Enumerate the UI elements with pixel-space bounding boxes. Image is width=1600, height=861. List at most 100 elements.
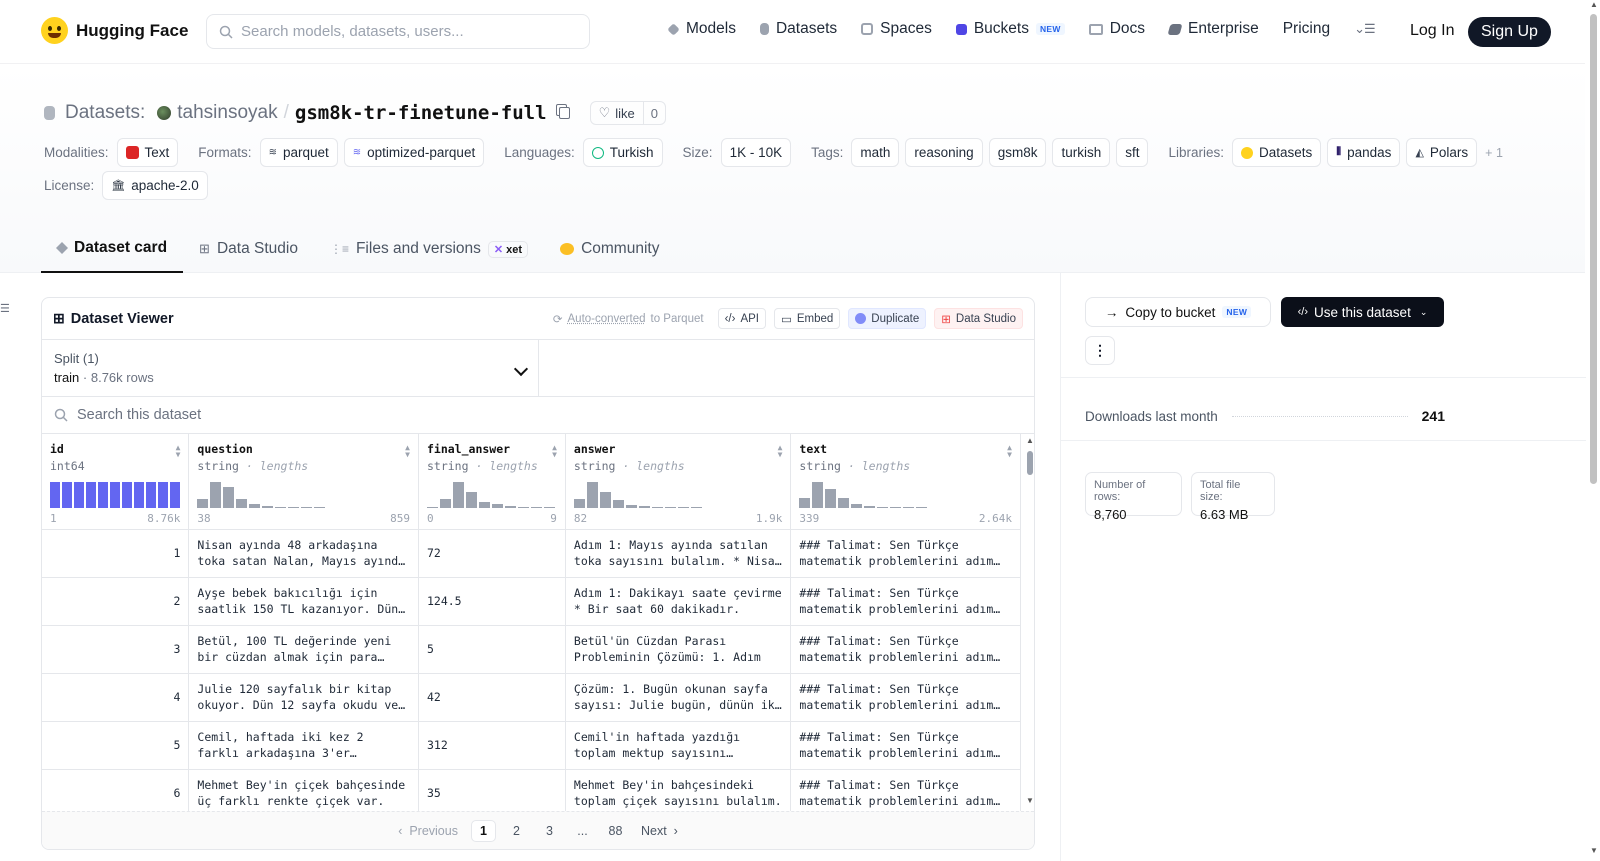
copy-to-bucket-button[interactable]: → Copy to bucket NEW [1085, 297, 1271, 327]
cell-final_answer[interactable]: 72 [418, 529, 566, 578]
column-header-0[interactable]: id int64 ▲ ▼ 1 8.76k [42, 434, 190, 530]
tag-sft[interactable]: sft [1116, 138, 1149, 167]
table-scrollbar[interactable]: ▲ ▼ [1025, 436, 1034, 811]
histogram-bar[interactable] [426, 506, 438, 508]
histogram-bar[interactable] [491, 504, 503, 508]
table-row[interactable]: 1 Nisan ayında 48 arkadaşına toka satan N… [42, 529, 1021, 578]
histogram-bar[interactable] [146, 482, 157, 508]
duplicate-button[interactable]: Duplicate [848, 308, 927, 329]
column-header-2[interactable]: final_answer string · lengths ▲ ▼ 0 9 [418, 434, 566, 530]
cell-final_answer[interactable]: 312 [418, 721, 566, 770]
histogram-bar[interactable] [903, 506, 915, 508]
tag-turkish[interactable]: turkish [1052, 138, 1111, 167]
next-page-button[interactable]: Next › [636, 820, 683, 842]
histogram-bar[interactable] [158, 482, 169, 508]
library-tag-polars[interactable]: ◭ Polars [1406, 138, 1478, 167]
login-link[interactable]: Log In [1410, 22, 1454, 40]
previous-page-button[interactable]: ‹ Previous [393, 820, 463, 842]
histogram-bar[interactable] [122, 482, 133, 508]
histogram-bar[interactable] [452, 482, 464, 508]
histogram-bar[interactable] [288, 506, 300, 508]
nav-more-menu[interactable]: ⌄☰ [1354, 21, 1376, 37]
histogram-bar[interactable] [134, 482, 145, 508]
cell-id[interactable]: 5 [42, 721, 190, 770]
sidebar-toggle-icon[interactable]: ☰ [0, 302, 10, 315]
more-options-button[interactable]: ⋮ [1085, 336, 1115, 365]
nav-spaces[interactable]: Spaces [861, 20, 932, 38]
histogram-bar[interactable] [530, 506, 542, 508]
histogram-bar[interactable] [799, 497, 811, 508]
histogram-bar[interactable] [586, 482, 598, 508]
histogram-bar[interactable] [851, 504, 863, 508]
nav-datasets[interactable]: Datasets [759, 20, 837, 38]
tab-community[interactable]: Community [544, 225, 675, 273]
cell-answer[interactable]: Mehmet Bey'in bahçesindeki toplam çiçek … [565, 769, 792, 818]
histogram-bar[interactable] [314, 506, 326, 508]
nav-docs[interactable]: Docs [1088, 20, 1145, 38]
owner-link[interactable]: tahsinsoyak [177, 102, 277, 124]
cell-id[interactable]: 3 [42, 625, 190, 674]
histogram-bar[interactable] [664, 506, 676, 508]
histogram-bar[interactable] [543, 506, 555, 508]
histogram-bar[interactable] [573, 498, 585, 508]
embed-button[interactable]: ▭ Embed [773, 308, 841, 329]
nav-buckets[interactable]: Buckets NEW [955, 20, 1065, 38]
nav-models[interactable]: Models [667, 20, 736, 38]
histogram-bar[interactable] [301, 506, 313, 508]
histogram-bar[interactable] [478, 501, 490, 508]
cell-answer[interactable]: Adım 1: Mayıs ayında satılan toka sayısı… [565, 529, 792, 578]
like-button[interactable]: ♡ like 0 [589, 101, 666, 125]
histogram-bar[interactable] [170, 482, 181, 508]
sort-icon[interactable]: ▲ ▼ [552, 444, 557, 459]
cell-answer[interactable]: Adım 1: Dakikayı saate çevirme * Bir saa… [565, 577, 792, 626]
library-tag-datasets[interactable]: Datasets [1232, 138, 1322, 167]
histogram-bar[interactable] [825, 488, 837, 508]
data-studio-button[interactable]: ⊞ Data Studio [934, 308, 1023, 329]
tag-math[interactable]: math [851, 138, 900, 167]
cell-text[interactable]: ### Talimat: Sen Türkçe matematik proble… [790, 529, 1021, 578]
histogram-bar[interactable] [625, 504, 637, 508]
table-row[interactable]: 6 Mehmet Bey'in çiçek bahçesinde üç farkl… [42, 769, 1021, 818]
column-header-3[interactable]: answer string · lengths ▲ ▼ 82 1.9k [565, 434, 792, 530]
cell-id[interactable]: 6 [42, 769, 190, 818]
histogram-bar[interactable] [98, 482, 109, 508]
libraries-more[interactable]: + 1 [1485, 146, 1503, 160]
cell-text[interactable]: ### Talimat: Sen Türkçe matematik proble… [790, 769, 1021, 818]
cell-final_answer[interactable]: 5 [418, 625, 566, 674]
column-header-4[interactable]: text string · lengths ▲ ▼ 339 2.64k [790, 434, 1021, 530]
nav-pricing[interactable]: Pricing [1283, 20, 1330, 38]
histogram-bar[interactable] [877, 506, 889, 508]
table-row[interactable]: 2 Ayşe bebek bakıcılığı için saatlik 150 … [42, 577, 1021, 626]
histogram-bar[interactable] [197, 498, 209, 508]
histogram-bar[interactable] [864, 506, 876, 508]
histogram-bar[interactable] [210, 482, 222, 508]
histogram-bar[interactable] [690, 506, 702, 508]
histogram-bar[interactable] [812, 482, 824, 508]
cell-answer[interactable]: Betül'ün Cüzdan Parası Probleminin Çözüm… [565, 625, 792, 674]
cell-question[interactable]: Julie 120 sayfalık bir kitap okuyor. Dün… [188, 673, 419, 722]
tab-files-versions[interactable]: ⋮≡ Files and versions ✕ xet [314, 225, 544, 273]
tab-data-studio[interactable]: ⊞ Data Studio [183, 225, 314, 273]
language-tag-turkish[interactable]: Turkish [582, 138, 663, 167]
tag-reasoning[interactable]: reasoning [905, 138, 983, 167]
histogram-bar[interactable] [504, 506, 516, 508]
table-row[interactable]: 4 Julie 120 sayfalık bir kitap okuyor. Dü… [42, 673, 1021, 722]
dataset-search-input[interactable]: Search this dataset [42, 397, 1034, 434]
table-row[interactable]: 3 Betül, 100 TL değerinde yeni bir cüzdan… [42, 625, 1021, 674]
cell-question[interactable]: Betül, 100 TL değerinde yeni bir cüzdan … [188, 625, 419, 674]
cell-id[interactable]: 1 [42, 529, 190, 578]
histogram-bar[interactable] [916, 506, 928, 508]
dataset-name[interactable]: gsm8k-tr-finetune-full [295, 102, 547, 124]
cell-question[interactable]: Cemil, haftada iki kez 2 farklı arkadaşı… [188, 721, 419, 770]
split-selector[interactable]: Split (1) train · 8.76k rows [42, 340, 539, 396]
tab-dataset-card[interactable]: Dataset card [41, 225, 184, 273]
cell-final_answer[interactable]: 124.5 [418, 577, 566, 626]
cell-question[interactable]: Ayşe bebek bakıcılığı için saatlik 150 T… [188, 577, 419, 626]
sort-icon[interactable]: ▲ ▼ [1007, 444, 1012, 459]
histogram-bar[interactable] [62, 482, 73, 508]
histogram-bar[interactable] [638, 506, 650, 508]
cell-answer[interactable]: Çözüm: 1. Bugün okunan sayfa sayısı: Jul… [565, 673, 792, 722]
table-row[interactable]: 5 Cemil, haftada iki kez 2 farklı arkadaş… [42, 721, 1021, 770]
histogram-bar[interactable] [275, 506, 287, 508]
histogram-bar[interactable] [74, 482, 85, 508]
